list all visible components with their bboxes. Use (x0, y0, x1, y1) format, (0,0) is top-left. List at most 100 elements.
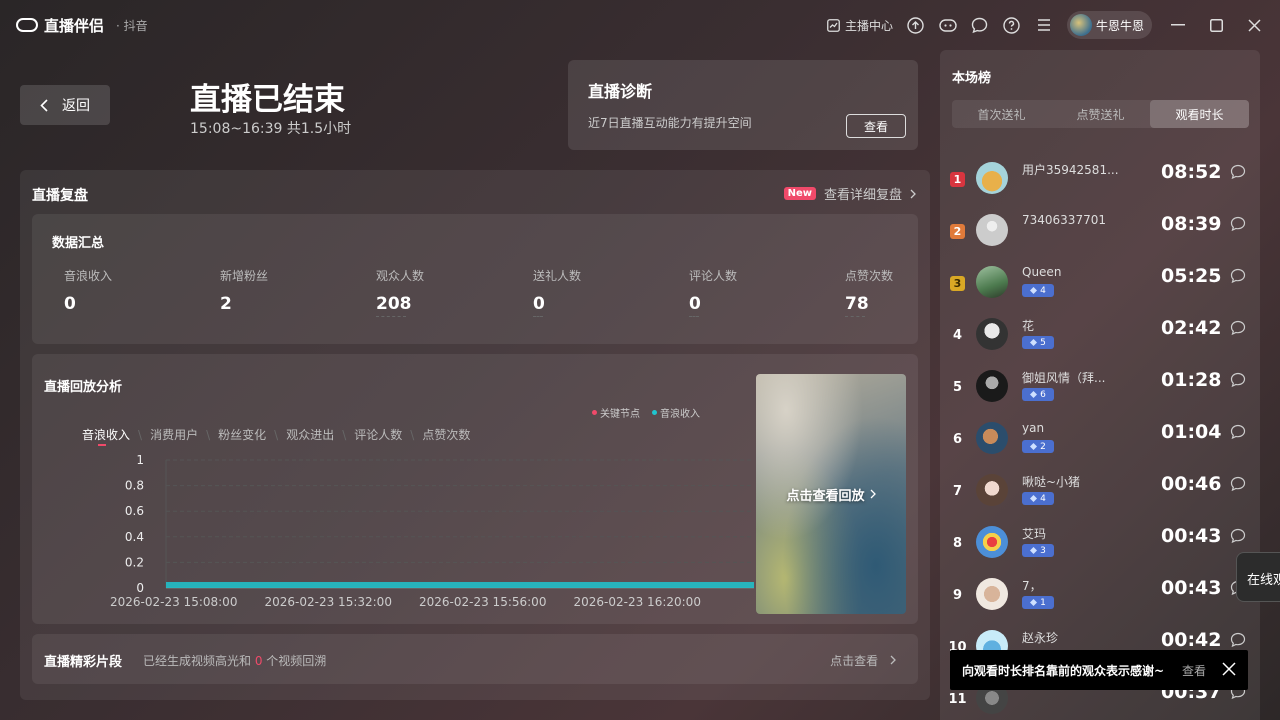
avatar[interactable] (976, 266, 1008, 298)
chat-bubble-icon[interactable] (1230, 372, 1246, 388)
new-badge: New (783, 187, 816, 200)
tab-diamond-income[interactable]: 音浪收入 (78, 426, 134, 443)
highlight-view-link[interactable]: 点击查看 (830, 652, 896, 669)
ranking-row[interactable]: 7 啾哒~小猪 4 00:46 (940, 470, 1260, 522)
menu-icon[interactable] (1035, 16, 1053, 34)
chat-bubble-icon[interactable] (1230, 320, 1246, 336)
chat-bubble-icon[interactable] (1230, 424, 1246, 440)
fan-level-value: 1 (1040, 597, 1046, 608)
tab-like-gift[interactable]: 点赞送礼 (1051, 100, 1150, 128)
thanks-toast: 向观看时长排名靠前的观众表示感谢~ 查看 (950, 650, 1248, 690)
tab-viewer-flow[interactable]: 观众进出 (282, 426, 338, 443)
rank-number: 4 (952, 328, 963, 343)
chat-bubble-icon[interactable] (1230, 528, 1246, 544)
ranking-row[interactable]: 6 yan 2 01:04 (940, 418, 1260, 470)
username: 牛恩牛恩 (1095, 18, 1144, 33)
avatar[interactable] (976, 318, 1008, 350)
message-icon[interactable] (971, 16, 989, 34)
avatar[interactable] (976, 214, 1008, 246)
income-series-area (166, 582, 754, 588)
watch-time: 02:42 (1161, 317, 1222, 339)
ranking-tabs: 首次送礼 点赞送礼 观看时长 (952, 100, 1249, 128)
legend-label: 关键节点 (600, 409, 640, 420)
avatar[interactable] (976, 370, 1008, 402)
fan-level-badge: 3 (1022, 544, 1054, 557)
ranking-row[interactable]: 9 7， 1 00:43 (940, 574, 1260, 626)
viewer-name: 御姐风情（拜... (1022, 371, 1106, 385)
watch-time: 00:46 (1161, 473, 1222, 495)
legend-item-key-node: 关键节点 (592, 405, 640, 420)
playback-video-thumbnail[interactable]: 点击查看回放 (756, 374, 906, 614)
tab-separator: \ (342, 427, 347, 442)
avatar[interactable] (976, 162, 1008, 194)
ranking-row[interactable]: 2 73406337701 08:39 (940, 210, 1260, 262)
tab-paying-users[interactable]: 消费用户 (146, 426, 202, 443)
fan-level-value: 6 (1040, 389, 1046, 400)
chat-bubble-icon[interactable] (1230, 216, 1246, 232)
diagnosis-view-button[interactable]: 查看 (846, 114, 906, 138)
chat-bubble-icon[interactable] (1230, 164, 1246, 180)
title-bar: 直播伴侣 · 抖音 主播中心 牛恩牛恩 (0, 0, 1280, 50)
stat-label: 评论人数 (689, 269, 738, 283)
back-button[interactable]: 返回 (20, 85, 110, 125)
ranking-row[interactable]: 1 用户35942581... 08:52 (940, 158, 1260, 210)
tab-separator: \ (410, 427, 415, 442)
creator-center-link[interactable]: 主播中心 (827, 17, 893, 34)
stat-underline (533, 316, 543, 317)
ranking-row[interactable]: 5 御姐风情（拜... 6 01:28 (940, 366, 1260, 418)
page-title: 直播已结束 (190, 82, 345, 118)
chart-legend: 关键节点 音浪收入 (592, 405, 700, 420)
stat-commenters[interactable]: 评论人数 0 (689, 267, 737, 317)
stat-likes[interactable]: 点赞次数 78 (845, 267, 893, 317)
y-tick-label: 0.6 (125, 504, 144, 518)
gamepad-icon[interactable] (939, 16, 957, 34)
chat-bubble-icon[interactable] (1230, 476, 1246, 492)
avatar[interactable] (976, 474, 1008, 506)
stat-label: 观众人数 (376, 269, 425, 283)
avatar[interactable] (976, 578, 1008, 610)
user-profile-button[interactable]: 牛恩牛恩 (1066, 11, 1152, 39)
ranking-row[interactable]: 3 Queen 4 05:25 (940, 262, 1260, 314)
y-tick-label: 0.2 (125, 555, 144, 569)
toast-view-button[interactable]: 查看 (1182, 662, 1206, 679)
online-viewers-tab[interactable]: 在线观众 (1236, 552, 1280, 602)
chat-bubble-icon[interactable] (1230, 268, 1246, 284)
ranking-title: 本场榜 (952, 71, 992, 86)
ranking-row[interactable]: 8 艾玛 3 00:43 (940, 522, 1260, 574)
x-tick-label: 2026-02-23 16:20:00 (574, 595, 701, 609)
stat-new-fans: 新增粉丝 2 (220, 267, 268, 314)
help-icon[interactable] (1003, 16, 1021, 34)
upload-icon[interactable] (907, 16, 925, 34)
avatar[interactable] (976, 526, 1008, 558)
detailed-review-label: 查看详细复盘 (823, 188, 902, 203)
x-tick-label: 2026-02-23 15:08:00 (110, 595, 237, 609)
viewer-name: 艾玛 (1022, 527, 1047, 541)
y-tick-label: 0.8 (125, 479, 144, 493)
chat-bubble-icon[interactable] (1230, 632, 1246, 648)
tab-fan-change[interactable]: 粉丝变化 (214, 426, 270, 443)
chevron-right-icon (910, 189, 916, 198)
diamond-icon (1030, 339, 1038, 346)
close-icon[interactable] (1222, 662, 1236, 676)
minimize-icon[interactable] (1166, 13, 1190, 37)
metric-tabs: 音浪收入 \ 消费用户 \ 粉丝变化 \ 观众进出 \ 评论人数 \ 点赞次数 (78, 426, 474, 443)
tab-likes[interactable]: 点赞次数 (418, 426, 474, 443)
detailed-review-link[interactable]: New 查看详细复盘 (783, 184, 916, 203)
x-tick-label: 2026-02-23 15:32:00 (265, 595, 392, 609)
viewer-name: 73406337701 (1022, 213, 1106, 227)
tab-commenters[interactable]: 评论人数 (350, 426, 406, 443)
stat-value: 78 (845, 294, 869, 314)
close-icon[interactable] (1242, 13, 1266, 37)
tab-watch-time[interactable]: 观看时长 (1150, 100, 1249, 128)
y-tick-label: 0 (136, 581, 144, 595)
maximize-icon[interactable] (1204, 13, 1228, 37)
stat-gifters[interactable]: 送礼人数 0 (533, 267, 581, 317)
active-tab-indicator (98, 444, 106, 446)
avatar[interactable] (976, 422, 1008, 454)
tab-first-gift[interactable]: 首次送礼 (952, 100, 1051, 128)
app-logo: 直播伴侣 · 抖音 (16, 15, 148, 36)
data-summary-card: 数据汇总 音浪收入 0 新增粉丝 2 观众人数 208 送礼人数 0 评论人数 … (32, 214, 918, 344)
ranking-row[interactable]: 4 花 5 02:42 (940, 314, 1260, 366)
fan-level-value: 4 (1040, 493, 1046, 504)
stat-viewers[interactable]: 观众人数 208 (376, 267, 424, 317)
